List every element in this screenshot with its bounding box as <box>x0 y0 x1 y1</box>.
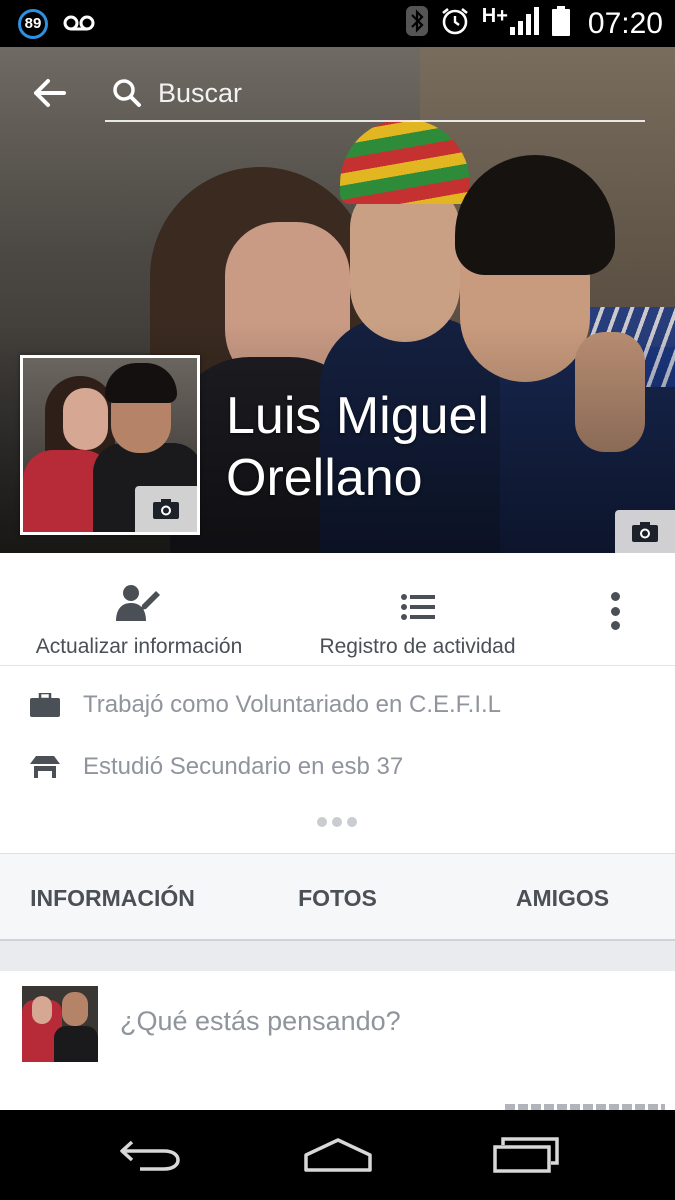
alarm-icon <box>440 6 470 41</box>
bluetooth-icon <box>405 6 428 41</box>
avatar <box>22 986 98 1062</box>
intro-education-row[interactable]: Estudió Secundario en esb 37 <box>0 747 675 787</box>
update-info-button[interactable]: Actualizar información <box>18 553 260 666</box>
activity-log-label: Registro de actividad <box>319 635 516 658</box>
status-bar: 89 H+ 07:20 <box>0 0 675 47</box>
profile-tabs: INFORMACIÓN FOTOS AMIGOS <box>0 853 675 941</box>
search-icon[interactable] <box>112 78 142 113</box>
profile-name: Luis Miguel Orellano <box>226 387 490 507</box>
profile-photo-camera-icon[interactable] <box>135 486 197 532</box>
list-icon <box>400 571 435 621</box>
notification-count-badge: 89 <box>18 9 48 39</box>
post-composer[interactable]: ¿Qué estás pensando? <box>0 971 675 1110</box>
nav-recent-apps-icon[interactable] <box>466 1110 586 1200</box>
nav-back-icon[interactable] <box>90 1110 210 1200</box>
tab-information[interactable]: INFORMACIÓN <box>0 854 225 942</box>
edit-profile-icon <box>116 571 162 621</box>
network-type: H+ <box>481 5 508 27</box>
tab-friends[interactable]: AMIGOS <box>450 854 675 942</box>
more-options-icon[interactable] <box>600 588 630 634</box>
profile-actions-bar: Actualizar información Registro de activ… <box>0 553 675 666</box>
intro-work-row[interactable]: Trabajó como Voluntariado en C.E.F.I.L <box>0 685 675 725</box>
voicemail-icon <box>63 12 95 39</box>
briefcase-icon <box>0 693 83 717</box>
nav-home-icon[interactable] <box>278 1110 398 1200</box>
battery-icon <box>551 6 570 41</box>
intro-work-text: Trabajó como Voluntariado en C.E.F.I.L <box>83 691 502 718</box>
tab-photos[interactable]: FOTOS <box>225 854 450 942</box>
cover-photo-camera-icon[interactable] <box>615 510 675 553</box>
activity-log-button[interactable]: Registro de actividad <box>300 553 535 666</box>
system-navigation-bar <box>0 1110 675 1200</box>
intro-section: Trabajó como Voluntariado en C.E.F.I.L E… <box>0 667 675 853</box>
search-input[interactable] <box>158 70 638 116</box>
see-more-ellipsis-icon[interactable] <box>317 817 357 827</box>
intro-education-text: Estudió Secundario en esb 37 <box>83 753 404 780</box>
signal-icon <box>509 7 540 40</box>
clock: 07:20 <box>587 6 663 40</box>
composer-prompt[interactable]: ¿Qué estás pensando? <box>120 1006 401 1037</box>
profile-picture[interactable] <box>20 355 200 535</box>
school-icon <box>0 756 83 778</box>
search-underline <box>105 120 645 122</box>
back-arrow-icon[interactable] <box>32 78 66 113</box>
section-divider <box>0 941 675 971</box>
update-info-label: Actualizar información <box>35 635 243 658</box>
